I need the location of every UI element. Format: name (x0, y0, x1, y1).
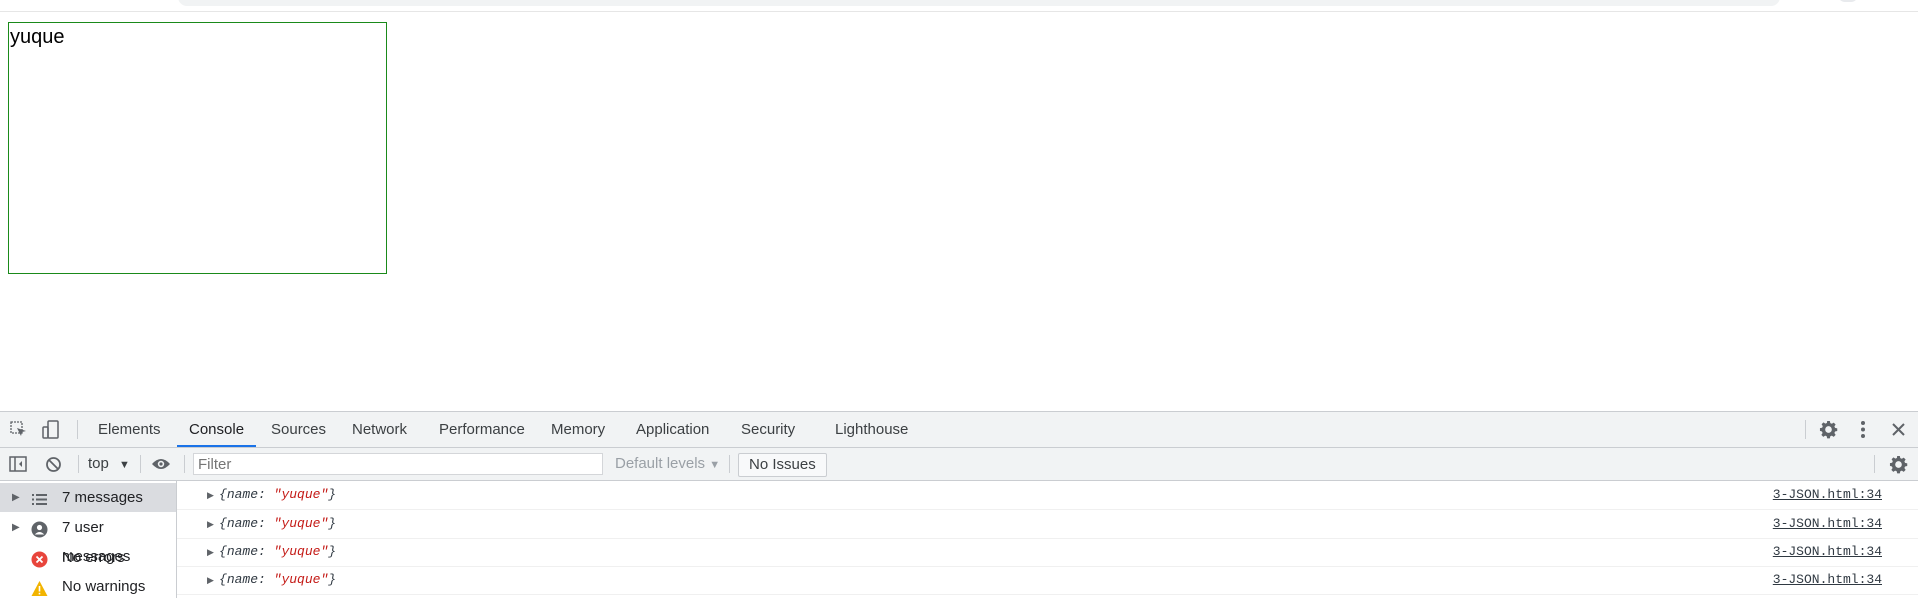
log-value: "yuque" (273, 487, 329, 502)
divider (78, 455, 79, 473)
profile-button[interactable] (1838, 0, 1858, 2)
demo-box: yuque (8, 22, 387, 274)
log-key: name (226, 544, 259, 559)
user-icon (31, 519, 48, 538)
live-expression-eye-icon[interactable] (151, 457, 171, 476)
tab-network[interactable]: Network (350, 412, 409, 447)
devtools-panel: Elements Console Sources Network Perform… (0, 411, 1918, 598)
log-object[interactable]: {name: "yuque"} (219, 481, 336, 509)
log-levels-label: Default levels (615, 455, 706, 472)
console-body: ▶ 7 messages ▶ 7 user messages No errors (0, 481, 1918, 598)
devtools-tab-strip: Elements Console Sources Network Perform… (0, 412, 1918, 448)
expand-arrow-icon[interactable]: ▶ (207, 566, 214, 594)
settings-gear-icon[interactable] (1819, 420, 1838, 444)
context-selector[interactable]: top ▼ (88, 448, 130, 480)
tab-security[interactable]: Security (739, 412, 797, 447)
console-sidebar: ▶ 7 messages ▶ 7 user messages No errors (0, 481, 177, 598)
device-toolbar-icon[interactable] (42, 420, 60, 445)
divider (1874, 455, 1875, 473)
log-key: name (226, 516, 259, 531)
close-icon[interactable] (1891, 422, 1906, 442)
tab-console[interactable]: Console (176, 412, 257, 447)
log-key: name (226, 572, 259, 587)
page-viewport: yuque (0, 12, 1918, 411)
log-source-link[interactable]: 3-JSON.html:34 (1773, 481, 1882, 509)
log-value: "yuque" (273, 516, 329, 531)
log-object[interactable]: {name: "yuque"} (219, 510, 336, 538)
tab-application[interactable]: Application (634, 412, 711, 447)
log-key: name (226, 487, 259, 502)
tab-elements[interactable]: Elements (96, 412, 163, 447)
console-settings-gear-icon[interactable] (1889, 455, 1908, 479)
sidebar-toggle-icon[interactable] (9, 456, 27, 477)
divider (77, 420, 78, 439)
tab-memory[interactable]: Memory (549, 412, 607, 447)
log-entry[interactable]: ▶ {name: "yuque"} 3-JSON.html:34 (177, 566, 1918, 595)
dropdown-arrow-icon: ▼ (119, 459, 130, 471)
console-filter-input[interactable] (193, 453, 603, 475)
log-entry[interactable]: ▶ {name: "yuque"} 3-JSON.html:34 (177, 538, 1918, 567)
divider (729, 455, 730, 473)
tab-sources[interactable]: Sources (269, 412, 328, 447)
issues-button[interactable]: No Issues (738, 453, 827, 477)
log-source-link[interactable]: 3-JSON.html:34 (1773, 538, 1882, 566)
console-log: ▶ {name: "yuque"} 3-JSON.html:34 ▶ {name… (177, 481, 1918, 598)
log-object[interactable]: {name: "yuque"} (219, 566, 336, 594)
error-icon (31, 549, 48, 568)
expand-arrow-icon[interactable]: ▶ (12, 513, 20, 542)
sidebar-item-label: No errors (62, 549, 125, 566)
log-source-link[interactable]: 3-JSON.html:34 (1773, 566, 1882, 594)
clear-console-icon[interactable] (45, 456, 62, 478)
browser-topbar (0, 0, 1918, 12)
sidebar-item-user-messages[interactable]: ▶ 7 user messages (0, 513, 176, 565)
log-object[interactable]: {name: "yuque"} (219, 538, 336, 566)
console-toolbar: top ▼ Default levels ▼ No Issues (0, 448, 1918, 481)
log-value: "yuque" (273, 544, 329, 559)
divider (140, 455, 141, 473)
log-entry[interactable]: ▶ {name: "yuque"} 3-JSON.html:34 (177, 481, 1918, 510)
divider (1805, 420, 1806, 439)
log-source-link[interactable]: 3-JSON.html:34 (1773, 510, 1882, 538)
inspect-element-icon[interactable] (10, 421, 28, 444)
warning-icon (31, 578, 48, 596)
expand-arrow-icon[interactable]: ▶ (12, 483, 20, 512)
sidebar-item-messages[interactable]: ▶ 7 messages (0, 483, 176, 512)
log-value: "yuque" (273, 572, 329, 587)
tab-performance[interactable]: Performance (437, 412, 527, 447)
expand-arrow-icon[interactable]: ▶ (207, 481, 214, 509)
tab-lighthouse[interactable]: Lighthouse (833, 412, 910, 447)
sidebar-item-errors[interactable]: No errors (0, 543, 176, 572)
log-levels-dropdown[interactable]: Default levels ▼ (615, 448, 720, 480)
context-label: top (88, 455, 109, 472)
address-bar[interactable] (178, 0, 1780, 6)
dropdown-arrow-icon: ▼ (709, 459, 721, 471)
log-entry[interactable]: ▶ {name: "yuque"} 3-JSON.html:34 (177, 510, 1918, 539)
sidebar-item-label: 7 messages (62, 489, 143, 506)
list-icon (31, 489, 48, 506)
divider (184, 455, 185, 473)
expand-arrow-icon[interactable]: ▶ (207, 538, 214, 566)
expand-arrow-icon[interactable]: ▶ (207, 510, 214, 538)
more-options-icon[interactable] (1860, 420, 1866, 444)
